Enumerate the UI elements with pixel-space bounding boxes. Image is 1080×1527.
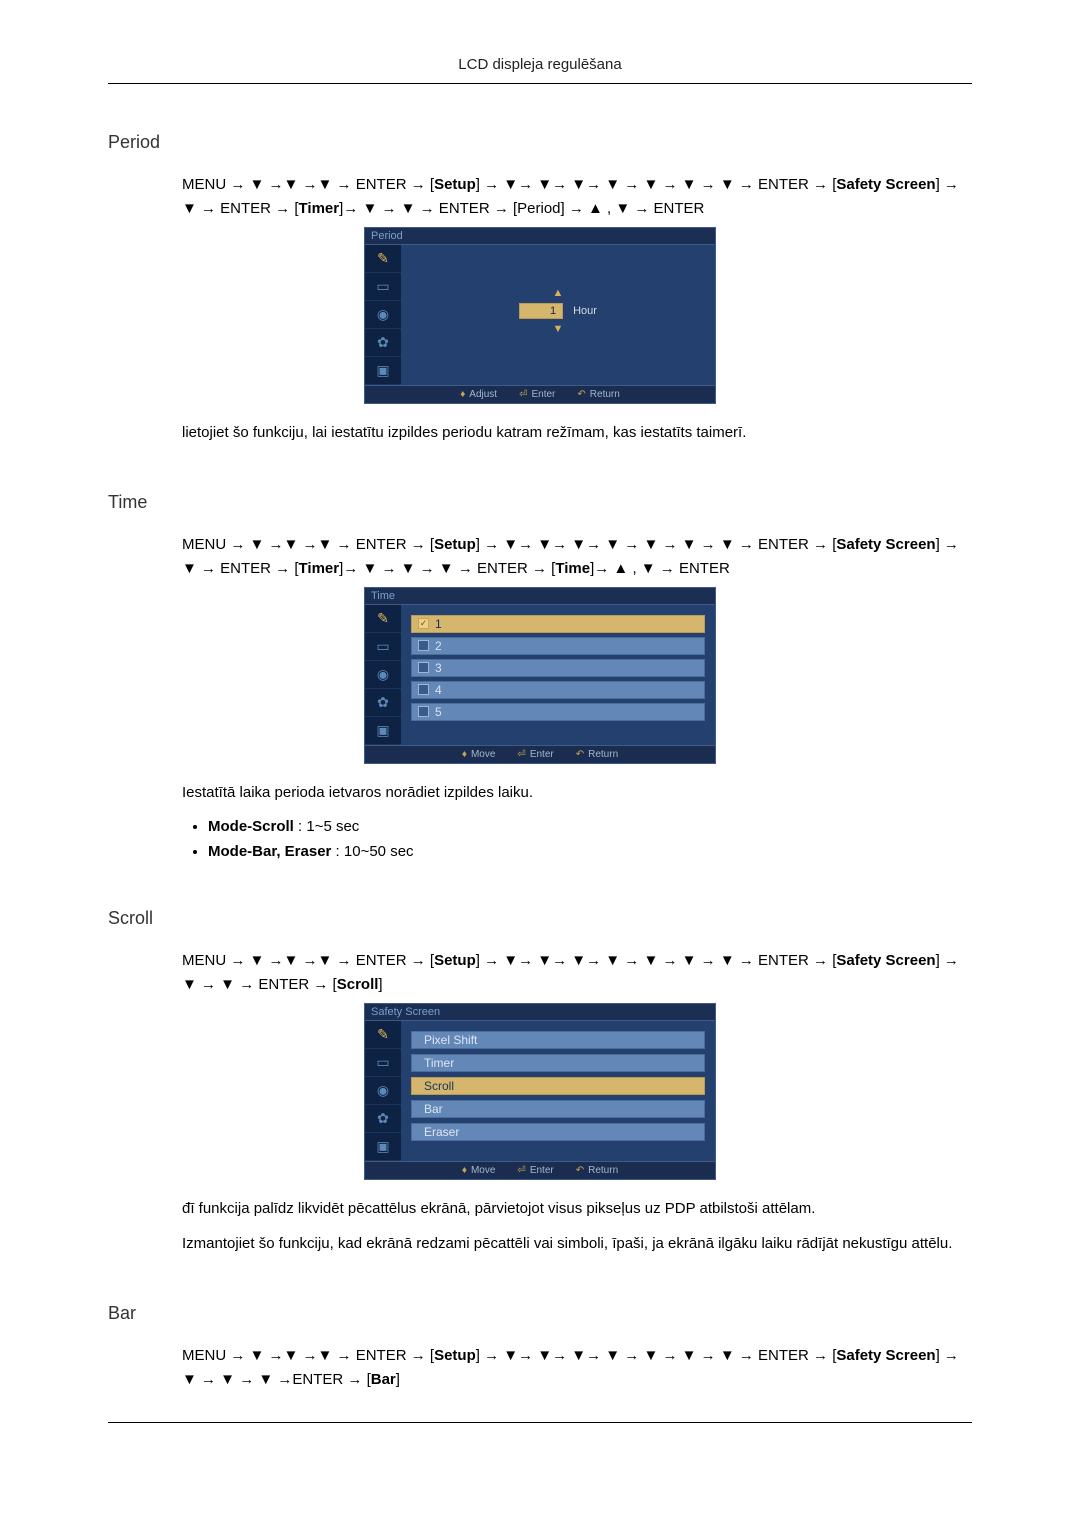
time-paragraph: Iestatītā laika perioda ietvaros norādie…	[182, 782, 972, 804]
time-option[interactable]: ✓1	[411, 615, 705, 633]
osd-title-period: Period	[364, 227, 716, 245]
footer-return: Return	[588, 1165, 618, 1176]
heading-period: Period	[108, 132, 972, 153]
footer-adjust: Adjust	[469, 389, 497, 400]
brush-icon[interactable]: ✎	[365, 605, 401, 633]
heading-bar: Bar	[108, 1303, 972, 1324]
scroll-option[interactable]: Bar	[411, 1100, 705, 1118]
brush-icon[interactable]: ✎	[365, 245, 401, 273]
time-option-label: 4	[435, 683, 442, 697]
osd-period: Period ✎ ▭ ◉ ✿ ▣ ▲ 1 Hour ▼ ♦Adjust ⏎Ent…	[364, 227, 716, 404]
time-option-label: 1	[435, 617, 442, 631]
down-arrow-icon[interactable]: ▼	[553, 323, 564, 335]
checkbox-icon	[418, 662, 429, 673]
osd-footer: ♦Move ⏎Enter ↶Return	[364, 1162, 716, 1180]
image-icon[interactable]: ▣	[365, 357, 401, 385]
footer-move: Move	[471, 1165, 495, 1176]
nav-path-scroll: MENU → ▼ →▼ →▼ → ENTER → [Setup] → ▼→ ▼→…	[182, 949, 972, 997]
pip-icon[interactable]: ▭	[365, 1049, 401, 1077]
scroll-paragraph-1: đī funkcija palīdz likvidēt pēcattēlus e…	[182, 1198, 972, 1220]
footer-enter: Enter	[530, 749, 554, 760]
nav-path-time: MENU → ▼ →▼ →▼ → ENTER → [Setup] → ▼→ ▼→…	[182, 533, 972, 581]
checkbox-icon	[418, 640, 429, 651]
osd-title-scroll: Safety Screen	[364, 1003, 716, 1021]
scroll-option[interactable]: Timer	[411, 1054, 705, 1072]
scroll-option[interactable]: Eraser	[411, 1123, 705, 1141]
gear-icon[interactable]: ✿	[365, 689, 401, 717]
pip-icon[interactable]: ▭	[365, 633, 401, 661]
osd-footer: ♦Adjust ⏎Enter ↶Return	[364, 386, 716, 404]
checkbox-icon: ✓	[418, 618, 429, 629]
footer-return: Return	[588, 749, 618, 760]
page-header: LCD displeja regulēšana	[108, 0, 972, 83]
osd-scroll: Safety Screen ✎ ▭ ◉ ✿ ▣ Pixel Shift Timer…	[364, 1003, 716, 1180]
osd-sidebar: ✎ ▭ ◉ ✿ ▣	[365, 605, 401, 745]
image-icon[interactable]: ▣	[365, 717, 401, 745]
divider-top	[108, 83, 972, 84]
heading-time: Time	[108, 492, 972, 513]
checkbox-icon	[418, 706, 429, 717]
brush-icon[interactable]: ✎	[365, 1021, 401, 1049]
footer-move: Move	[471, 749, 495, 760]
checkbox-icon	[418, 684, 429, 695]
osd-title-time: Time	[364, 587, 716, 605]
divider-bottom	[108, 1422, 972, 1423]
nav-path-period: MENU → ▼ →▼ →▼ → ENTER → [Setup] → ▼→ ▼→…	[182, 173, 972, 221]
time-option-label: 3	[435, 661, 442, 675]
time-bullets: Mode-Scroll : 1~5 sec Mode-Bar, Eraser : …	[208, 818, 972, 860]
power-icon[interactable]: ◉	[365, 1077, 401, 1105]
footer-enter: Enter	[530, 1165, 554, 1176]
power-icon[interactable]: ◉	[365, 301, 401, 329]
heading-scroll: Scroll	[108, 908, 972, 929]
footer-return: Return	[590, 389, 620, 400]
osd-panel: ▲ 1 Hour ▼	[401, 245, 715, 385]
gear-icon[interactable]: ✿	[365, 329, 401, 357]
scroll-paragraph-2: Izmantojiet šo funkciju, kad ekrānā redz…	[182, 1233, 972, 1255]
time-option[interactable]: 4	[411, 681, 705, 699]
osd-time: Time ✎ ▭ ◉ ✿ ▣ ✓12345 ♦Move ⏎Enter ↶Retu…	[364, 587, 716, 764]
osd-footer: ♦Move ⏎Enter ↶Return	[364, 746, 716, 764]
scroll-option[interactable]: Pixel Shift	[411, 1031, 705, 1049]
period-value-input[interactable]: 1	[519, 303, 563, 319]
osd-sidebar: ✎ ▭ ◉ ✿ ▣	[365, 245, 401, 385]
scroll-option[interactable]: Scroll	[411, 1077, 705, 1095]
footer-enter: Enter	[531, 389, 555, 400]
time-option[interactable]: 2	[411, 637, 705, 655]
time-option-label: 5	[435, 705, 442, 719]
time-option[interactable]: 3	[411, 659, 705, 677]
list-item: Mode-Bar, Eraser : 10~50 sec	[208, 843, 972, 860]
osd-panel: Pixel Shift Timer Scroll Bar Eraser	[401, 1021, 715, 1161]
image-icon[interactable]: ▣	[365, 1133, 401, 1161]
period-unit-label: Hour	[573, 305, 597, 317]
nav-path-bar: MENU → ▼ →▼ →▼ → ENTER → [Setup] → ▼→ ▼→…	[182, 1344, 972, 1392]
time-option[interactable]: 5	[411, 703, 705, 721]
period-paragraph: lietojiet šo funkciju, lai iestatītu izp…	[182, 422, 972, 444]
time-option-label: 2	[435, 639, 442, 653]
list-item: Mode-Scroll : 1~5 sec	[208, 818, 972, 835]
osd-panel: ✓12345	[401, 605, 715, 745]
power-icon[interactable]: ◉	[365, 661, 401, 689]
pip-icon[interactable]: ▭	[365, 273, 401, 301]
gear-icon[interactable]: ✿	[365, 1105, 401, 1133]
osd-sidebar: ✎ ▭ ◉ ✿ ▣	[365, 1021, 401, 1161]
up-arrow-icon[interactable]: ▲	[553, 287, 564, 299]
